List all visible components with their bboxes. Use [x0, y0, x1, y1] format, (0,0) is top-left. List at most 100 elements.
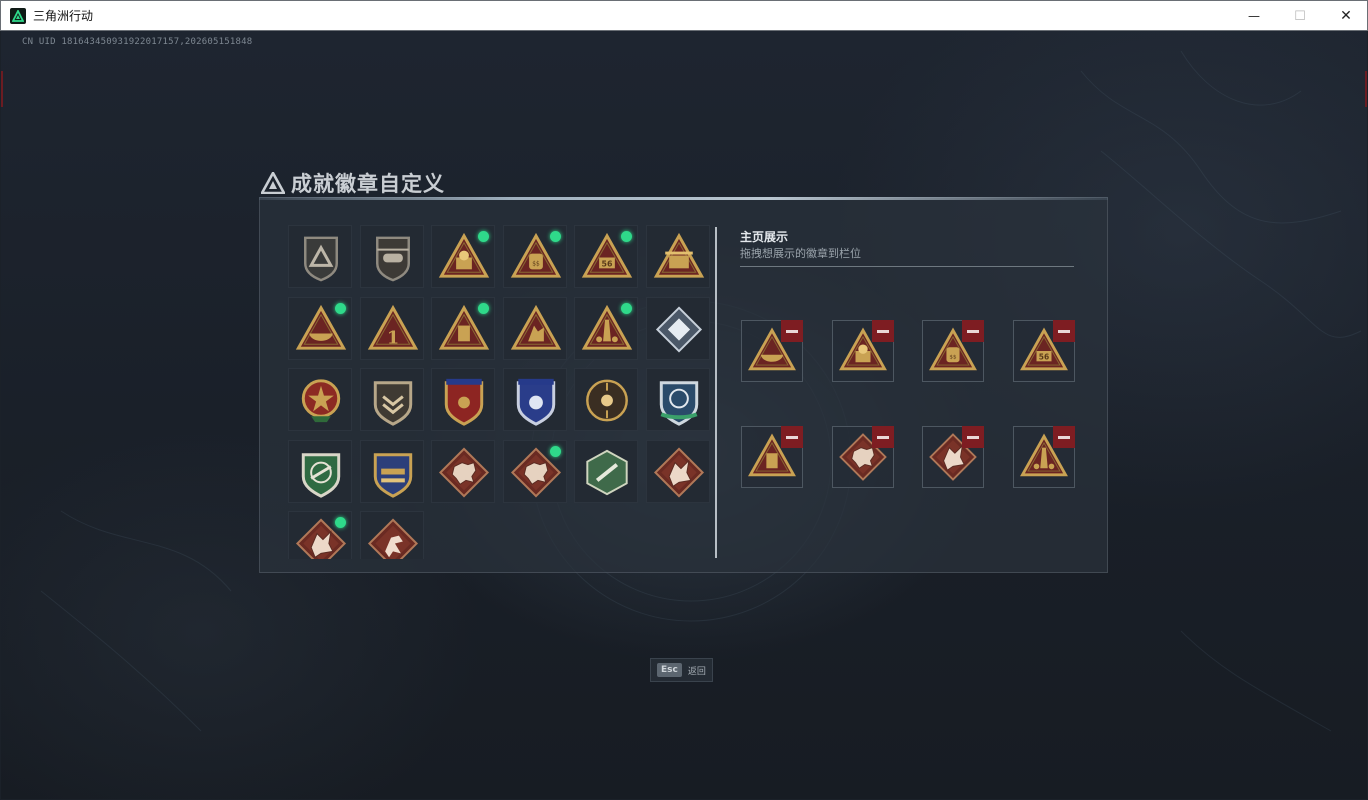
badge-cell[interactable]: [359, 511, 424, 559]
badge-grid: $$ 56 1: [288, 225, 710, 559]
shield-stars-blue-badge-icon: [516, 378, 555, 426]
svg-text:$$: $$: [532, 261, 540, 267]
badge-cell[interactable]: [502, 296, 567, 360]
panel-title-text: 成就徽章自定义: [291, 172, 445, 196]
badge-cell[interactable]: [288, 368, 352, 431]
showcase-divider: [740, 266, 1074, 267]
window-title: 三角洲行动: [33, 9, 94, 23]
badge-cell[interactable]: $$: [502, 225, 567, 288]
showcase-slot[interactable]: [1013, 426, 1075, 488]
badge-cell[interactable]: [359, 368, 424, 431]
badge-cell[interactable]: 56: [574, 225, 638, 288]
remove-badge-button[interactable]: [962, 320, 984, 342]
minus-icon: [1058, 329, 1070, 333]
remove-badge-button[interactable]: [962, 426, 984, 448]
shield-chevron-badge-icon: [373, 381, 412, 426]
showcase-slot[interactable]: 56: [1013, 320, 1075, 382]
shield-green-rifle-badge-icon: [301, 452, 341, 498]
new-indicator-dot: [335, 302, 346, 314]
window-title-bar: 三角洲行动 — ☐ ✕: [0, 0, 1368, 31]
minus-icon: [786, 435, 798, 439]
badge-cell[interactable]: [431, 225, 495, 288]
badge-cell[interactable]: [431, 439, 495, 503]
showcase-slot[interactable]: [741, 320, 803, 382]
minus-icon: [786, 329, 798, 333]
badge-cell[interactable]: [359, 439, 424, 503]
new-indicator-dot: [621, 302, 632, 314]
svg-text:56: 56: [1039, 352, 1049, 361]
new-indicator-dot: [549, 231, 561, 242]
badge-cell[interactable]: [288, 225, 352, 288]
remove-badge-button[interactable]: [781, 426, 803, 448]
badge-cell[interactable]: [502, 368, 567, 431]
panel-title: 成就徽章自定义: [261, 168, 445, 198]
app-logo-icon: [10, 7, 26, 24]
showcase-heading: 主页展示: [740, 230, 789, 244]
close-button[interactable]: ✕: [1323, 1, 1368, 31]
showcase-slot[interactable]: [832, 426, 894, 488]
diamond-dragon-badge-icon: [653, 446, 704, 498]
shield-blue-green-badge-icon: [659, 381, 698, 426]
helicopter-badge-icon: [375, 236, 410, 282]
star-medal-badge-icon: [301, 379, 341, 423]
shield-delta-badge-icon: [304, 236, 338, 282]
badge-cell[interactable]: [574, 368, 638, 431]
new-indicator-dot: [621, 231, 632, 242]
hexagon-weapon-badge-icon: [586, 449, 628, 495]
badge-cell[interactable]: [645, 225, 710, 288]
minimize-icon: —: [1248, 9, 1260, 23]
close-icon: ✕: [1340, 8, 1352, 24]
badge-cell[interactable]: [288, 439, 352, 503]
panel-divider: [715, 227, 717, 558]
round-crosshair-badge-icon: [586, 379, 628, 422]
svg-text:$$: $$: [949, 355, 957, 361]
maximize-button[interactable]: ☐: [1277, 1, 1323, 31]
remove-badge-button[interactable]: [872, 320, 894, 342]
svg-text:56: 56: [602, 259, 613, 268]
badge-cell[interactable]: [645, 368, 710, 431]
showcase-slot[interactable]: [832, 320, 894, 382]
back-label: 返回: [687, 666, 706, 677]
badge-cell[interactable]: [502, 439, 567, 503]
minus-icon: [877, 435, 889, 439]
minus-icon: [1058, 435, 1070, 439]
remove-badge-button[interactable]: [1053, 426, 1075, 448]
new-indicator-dot: [478, 302, 489, 314]
new-indicator-dot: [335, 517, 346, 528]
minimize-button[interactable]: —: [1231, 1, 1277, 31]
remove-badge-button[interactable]: [1053, 320, 1075, 342]
showcase-slot[interactable]: [741, 426, 803, 488]
badge-cell[interactable]: [288, 296, 352, 360]
badge-cell[interactable]: [645, 439, 710, 503]
badge-cell[interactable]: [431, 368, 495, 431]
showcase-subheading: 拖拽想展示的徽章到栏位: [740, 247, 861, 260]
svg-text:1: 1: [386, 327, 398, 348]
badge-cell[interactable]: [574, 296, 638, 360]
remove-badge-button[interactable]: [872, 426, 894, 448]
diamond-beast-badge-icon: [438, 446, 490, 498]
badge-cell[interactable]: [288, 511, 352, 559]
shield-stars-red-badge-icon: [444, 378, 484, 426]
badge-cell[interactable]: [431, 296, 495, 360]
remove-badge-button[interactable]: [781, 320, 803, 342]
esc-key-label: Esc: [657, 663, 682, 677]
badge-cell[interactable]: [574, 439, 638, 503]
diamond-runner-badge-icon: [367, 518, 418, 559]
showcase-slot[interactable]: $$: [922, 320, 984, 382]
maximize-icon: ☐: [1294, 8, 1306, 24]
triangle-soldier-badge-icon: [510, 304, 561, 350]
triangle-number-one-badge-icon: 1: [367, 304, 418, 350]
badge-cell[interactable]: 1: [359, 296, 424, 360]
delta-logo-icon: [261, 172, 285, 194]
minus-icon: [967, 329, 979, 333]
shield-blue-gold-badge-icon: [373, 452, 412, 498]
badge-cell[interactable]: [359, 225, 424, 288]
minus-icon: [877, 329, 889, 333]
badge-cell[interactable]: [645, 296, 710, 360]
triangle-crate-badge-icon: [653, 232, 704, 278]
showcase-slot[interactable]: [922, 426, 984, 488]
new-indicator-dot: [549, 445, 561, 457]
minus-icon: [967, 435, 979, 439]
back-button[interactable]: Esc 返回: [650, 658, 713, 682]
diamond-silver-badge-icon: [655, 305, 702, 353]
